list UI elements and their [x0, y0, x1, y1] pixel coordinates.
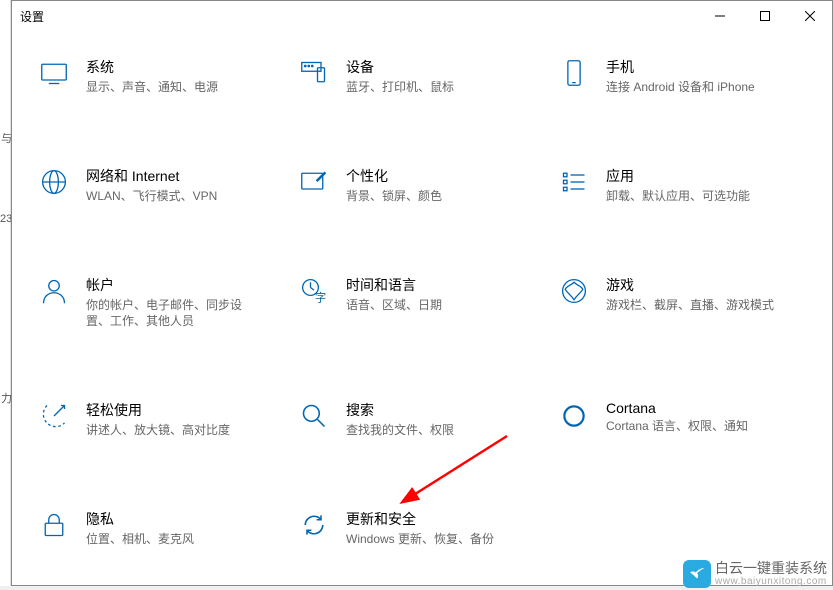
tile-title: 手机 [606, 57, 755, 77]
watermark-url: www.baiyunxitong.com [715, 576, 827, 587]
devices-icon [296, 59, 332, 95]
network-icon [36, 168, 72, 204]
tile-network[interactable]: 网络和 Internet WLAN、飞行模式、VPN [32, 160, 292, 211]
phone-icon [556, 59, 592, 95]
cortana-icon [556, 402, 592, 438]
tile-search[interactable]: 搜索查找我的文件、权限 [292, 394, 552, 445]
gaming-icon [556, 277, 592, 313]
tile-title: 轻松使用 [86, 400, 230, 420]
tile-desc: 查找我的文件、权限 [346, 422, 454, 439]
tile-title: 更新和安全 [346, 509, 494, 529]
tile-desc: 位置、相机、麦克风 [86, 531, 194, 548]
close-button[interactable] [787, 1, 832, 31]
tile-desc: 讲述人、放大镜、高对比度 [86, 422, 230, 439]
tile-devices[interactable]: 设备蓝牙、打印机、鼠标 [292, 51, 552, 102]
tile-desc: 卸载、默认应用、可选功能 [606, 188, 750, 205]
watermark-name: 白云一键重装系统 [715, 561, 827, 576]
apps-icon [556, 168, 592, 204]
time-language-icon: 字 [296, 277, 332, 313]
tile-title: 搜索 [346, 400, 454, 420]
update-security-icon [296, 511, 332, 547]
window-title: 设置 [20, 8, 44, 25]
tile-desc: WLAN、飞行模式、VPN [86, 188, 217, 205]
tile-desc: 显示、声音、通知、电源 [86, 79, 218, 96]
tile-ease-of-access[interactable]: 轻松使用讲述人、放大镜、高对比度 [32, 394, 292, 445]
tile-system[interactable]: 系统显示、声音、通知、电源 [32, 51, 292, 102]
titlebar: 设置 [12, 1, 832, 31]
window-controls [697, 1, 832, 31]
tile-title: 时间和语言 [346, 275, 442, 295]
svg-text:字: 字 [315, 290, 326, 304]
tile-desc: Cortana 语言、权限、通知 [606, 418, 748, 435]
maximize-button[interactable] [742, 1, 787, 31]
personalization-icon [296, 168, 332, 204]
tile-desc: 游戏栏、截屏、直播、游戏模式 [606, 297, 774, 314]
tile-cortana[interactable]: Cortana Cortana 语言、权限、通知 [552, 394, 812, 445]
watermark: 白云一键重装系统 www.baiyunxitong.com [683, 560, 827, 588]
search-icon [296, 402, 332, 438]
tile-privacy[interactable]: 隐私位置、相机、麦克风 [32, 503, 292, 554]
tile-desc: 背景、锁屏、颜色 [346, 188, 442, 205]
tile-accounts[interactable]: 帐户你的帐户、电子邮件、同步设置、工作、其他人员 [32, 269, 292, 337]
tile-title: Cortana [606, 400, 748, 416]
tile-title: 设备 [346, 57, 454, 77]
tile-title: 个性化 [346, 166, 442, 186]
tile-desc: 连接 Android 设备和 iPhone [606, 79, 755, 96]
settings-window: 设置 系统显示、声音、通知、电源 设备蓝牙、打印机、鼠标 手机连接 Androi… [11, 0, 833, 586]
tile-desc: 你的帐户、电子邮件、同步设置、工作、其他人员 [86, 297, 256, 331]
ease-of-access-icon [36, 402, 72, 438]
tile-apps[interactable]: 应用卸载、默认应用、可选功能 [552, 160, 812, 211]
tile-time-language[interactable]: 字 时间和语言语音、区域、日期 [292, 269, 552, 337]
background-window-edge: 与 23 力 [0, 0, 11, 586]
tile-personalization[interactable]: 个性化背景、锁屏、颜色 [292, 160, 552, 211]
accounts-icon [36, 277, 72, 313]
tile-phone[interactable]: 手机连接 Android 设备和 iPhone [552, 51, 812, 102]
tile-title: 系统 [86, 57, 218, 77]
tile-title: 游戏 [606, 275, 774, 295]
system-icon [36, 59, 72, 95]
settings-grid: 系统显示、声音、通知、电源 设备蓝牙、打印机、鼠标 手机连接 Android 设… [32, 51, 812, 554]
privacy-icon [36, 511, 72, 547]
tile-title: 网络和 Internet [86, 166, 217, 186]
tile-title: 隐私 [86, 509, 194, 529]
tile-gaming[interactable]: 游戏游戏栏、截屏、直播、游戏模式 [552, 269, 812, 337]
tile-desc: 语音、区域、日期 [346, 297, 442, 314]
tile-update-security[interactable]: 更新和安全 Windows 更新、恢复、备份 [292, 503, 552, 554]
watermark-logo-icon [683, 560, 711, 588]
tile-title: 应用 [606, 166, 750, 186]
tile-title: 帐户 [86, 275, 256, 295]
minimize-button[interactable] [697, 1, 742, 31]
tile-desc: 蓝牙、打印机、鼠标 [346, 79, 454, 96]
tile-desc: Windows 更新、恢复、备份 [346, 531, 494, 548]
